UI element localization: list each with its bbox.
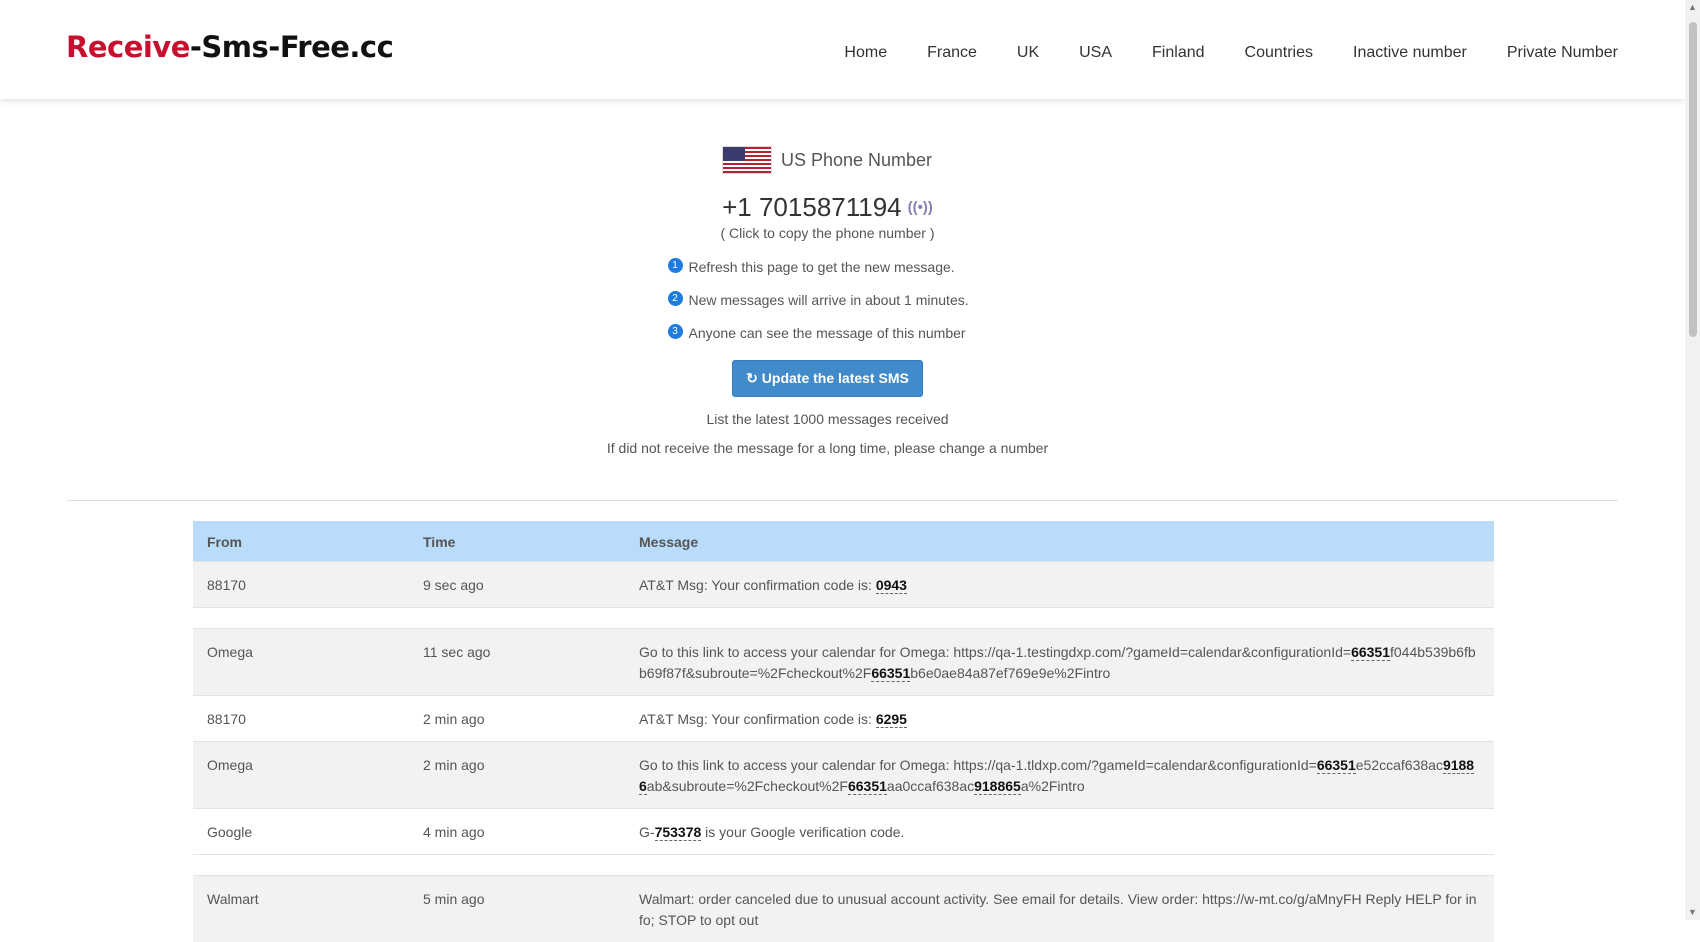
table-row: 881702 min agoAT&T Msg: Your confirmatio… xyxy=(193,696,1494,742)
cell-message: AT&T Msg: Your confirmation code is: 094… xyxy=(625,562,1494,608)
column-header-message: Message xyxy=(625,521,1494,562)
logo-part-domain: -Sms-Free.cc xyxy=(190,30,393,64)
cell-from: 88170 xyxy=(193,562,409,608)
main-nav: Home France UK USA Finland Countries Ina… xyxy=(844,44,1618,62)
update-sms-button[interactable]: ↻ Update the latest SMS xyxy=(732,360,923,397)
us-flag-icon xyxy=(723,147,771,173)
message-text: ab&subroute=%2Fcheckout%2F xyxy=(647,778,848,794)
cell-time: 11 sec ago xyxy=(409,629,625,696)
table-header: From Time Message xyxy=(193,521,1494,562)
cell-message: AT&T Msg: Your confirmation code is: 629… xyxy=(625,696,1494,742)
scroll-thumb[interactable] xyxy=(1689,22,1697,337)
table-row: Omega11 sec ago Go to this link to access… xyxy=(193,629,1494,696)
cell-from: Omega xyxy=(193,742,409,809)
sms-table: From Time Message 881709 sec agoAT&T Msg… xyxy=(193,521,1494,942)
section-divider xyxy=(67,500,1618,501)
number-2-icon: 2 xyxy=(668,291,683,306)
nav-usa[interactable]: USA xyxy=(1079,44,1112,62)
cell-message: G-753378 is your Google verification cod… xyxy=(625,809,1494,855)
list-note: List the latest 1000 messages received xyxy=(0,411,1655,427)
tip-text: Anyone can see the message of this numbe… xyxy=(689,325,966,341)
column-header-from: From xyxy=(193,521,409,562)
message-text: b6e0ae84a87ef769e9e%2Fintro xyxy=(910,665,1110,681)
cell-message: Go to this link to access your calendar … xyxy=(625,629,1494,696)
cell-time: 2 min ago xyxy=(409,696,625,742)
tip-text: Refresh this page to get the new message… xyxy=(689,259,955,275)
cell-message: Go to this link to access your calendar … xyxy=(625,742,1494,809)
change-number-note: If did not receive the message for a lon… xyxy=(0,440,1655,456)
cell-time: 4 min ago xyxy=(409,809,625,855)
message-text: G- xyxy=(639,824,655,840)
cell-time: 5 min ago xyxy=(409,876,625,942)
site-header: Receive-Sms-Free.cc Home France UK USA F… xyxy=(0,0,1685,99)
cell-time: 9 sec ago xyxy=(409,562,625,608)
verification-code[interactable]: 66351 xyxy=(871,665,910,682)
message-text: e52ccaf638ac xyxy=(1356,757,1443,773)
nav-home[interactable]: Home xyxy=(844,44,887,62)
cell-message: Walmart: order canceled due to unusual a… xyxy=(625,876,1494,942)
cell-time: 2 min ago xyxy=(409,742,625,809)
table-spacer-row xyxy=(193,855,1494,876)
verification-code[interactable]: 918865 xyxy=(974,778,1021,795)
country-label: US Phone Number xyxy=(781,150,932,171)
nav-finland[interactable]: Finland xyxy=(1152,44,1204,62)
message-text: is your Google verification code. xyxy=(701,824,904,840)
cell-from: Walmart xyxy=(193,876,409,942)
country-row: US Phone Number xyxy=(0,140,1655,180)
table-row: Omega2 min ago Go to this link to access … xyxy=(193,742,1494,809)
site-logo[interactable]: Receive-Sms-Free.cc xyxy=(66,30,393,64)
number-1-icon: 1 xyxy=(668,258,683,273)
cell-from: Google xyxy=(193,809,409,855)
copy-hint: ( Click to copy the phone number ) xyxy=(0,225,1655,241)
message-text: a%2Fintro xyxy=(1021,778,1085,794)
nav-france[interactable]: France xyxy=(927,44,977,62)
message-text: Walmart: order canceled due to unusual a… xyxy=(639,891,1477,928)
table-body: 881709 sec agoAT&T Msg: Your confirmatio… xyxy=(193,562,1494,942)
message-text: AT&T Msg: Your confirmation code is: xyxy=(639,711,876,727)
verification-code[interactable]: 753378 xyxy=(655,824,702,841)
phone-number[interactable]: +1 7015871194 xyxy=(722,192,902,223)
message-text: Go to this link to access your calendar … xyxy=(639,644,1351,660)
table-spacer-row xyxy=(193,608,1494,629)
verification-code[interactable]: 66351 xyxy=(1317,757,1356,774)
page-scrollbar[interactable]: ▲ ▼ xyxy=(1685,0,1700,920)
signal-icon: ((•)) xyxy=(908,199,933,216)
nav-countries[interactable]: Countries xyxy=(1245,44,1313,62)
message-text: aa0ccaf638ac xyxy=(887,778,974,794)
cell-from: Omega xyxy=(193,629,409,696)
scroll-down-arrow-icon[interactable]: ▼ xyxy=(1685,905,1700,920)
column-header-time: Time xyxy=(409,521,625,562)
tip-text: New messages will arrive in about 1 minu… xyxy=(689,292,969,308)
table-row: 881709 sec agoAT&T Msg: Your confirmatio… xyxy=(193,562,1494,608)
verification-code[interactable]: 0943 xyxy=(876,577,907,594)
nav-private-number[interactable]: Private Number xyxy=(1507,44,1618,62)
cell-from: 88170 xyxy=(193,696,409,742)
scroll-up-arrow-icon[interactable]: ▲ xyxy=(1685,0,1700,15)
tip-item: 3 Anyone can see the message of this num… xyxy=(668,325,988,358)
verification-code[interactable]: 6295 xyxy=(876,711,907,728)
message-text: AT&T Msg: Your confirmation code is: xyxy=(639,577,876,593)
tip-item: 1 Refresh this page to get the new messa… xyxy=(668,259,988,292)
verification-code[interactable]: 66351 xyxy=(848,778,887,795)
number-3-icon: 3 xyxy=(668,324,683,339)
phone-row[interactable]: +1 7015871194 ((•)) xyxy=(0,192,1655,223)
nav-uk[interactable]: UK xyxy=(1017,44,1039,62)
tip-item: 2 New messages will arrive in about 1 mi… xyxy=(668,292,988,325)
message-text: Go to this link to access your calendar … xyxy=(639,757,1317,773)
tips-list: 1 Refresh this page to get the new messa… xyxy=(668,259,988,358)
verification-code[interactable]: 66351 xyxy=(1351,644,1390,661)
table-row: Google4 min agoG-753378 is your Google v… xyxy=(193,809,1494,855)
number-hero: US Phone Number +1 7015871194 ((•)) ( Cl… xyxy=(0,140,1655,456)
logo-part-receive: Receive xyxy=(66,30,190,64)
nav-inactive-number[interactable]: Inactive number xyxy=(1353,44,1467,62)
table-row: Walmart5 min ago Walmart: order canceled … xyxy=(193,876,1494,942)
